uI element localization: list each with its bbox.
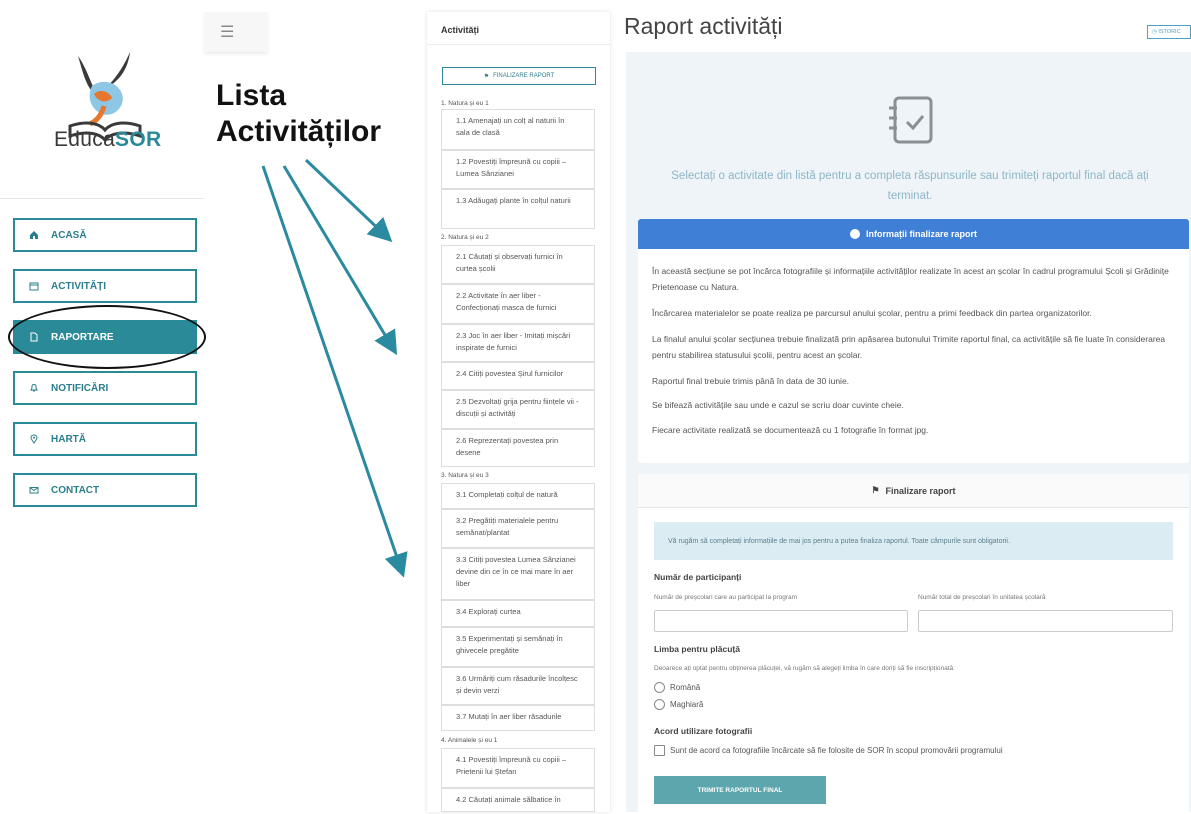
divider <box>0 198 204 199</box>
finalize-card-header: ⚑ Finalizare raport <box>638 474 1189 508</box>
list-item[interactable]: 2.3 Joc în aer liber - Imitați mișcări i… <box>441 324 595 362</box>
plate-language-label: Limba pentru plăcuță <box>654 644 740 654</box>
participants-label: Număr de participanți <box>654 572 742 582</box>
plate-language-sub-label: Deoarece ați optat pentru obținerea plăc… <box>654 665 955 672</box>
info-paragraph: Fiecare activitate realizată se document… <box>652 425 929 435</box>
bell-icon <box>27 383 41 393</box>
nav-notificari[interactable]: NOTIFICĂRI <box>13 371 197 405</box>
arrow <box>282 165 398 356</box>
list-item[interactable]: 1.2 Povestiți împreună cu copiii – Lumea… <box>441 150 595 189</box>
arrow <box>261 165 408 578</box>
info-paragraph: Se bifează activitățile sau unde e cazul… <box>652 400 904 410</box>
participants-sub-label: Număr de preșcolari care au participat l… <box>654 594 798 601</box>
nav-label: CONTACT <box>51 484 100 496</box>
radio-romana[interactable]: Română <box>654 682 700 693</box>
nav-contact[interactable]: CONTACT <box>13 473 197 507</box>
radio-button[interactable] <box>654 682 665 693</box>
checkbox-label: Sunt de acord ca fotografiile încărcate … <box>670 746 1003 755</box>
radio-label: Română <box>670 683 701 692</box>
info-icon <box>849 229 860 239</box>
empty-state-text: Selectați o activitate din listă pentru … <box>671 170 1149 202</box>
list-item[interactable]: 2.6 Reprezentați povestea prin desene <box>441 429 595 467</box>
calendar-icon <box>27 281 41 291</box>
list-item[interactable]: 4.1 Povestiți împreună cu copiii – Priet… <box>441 748 595 788</box>
finalize-report-button[interactable]: ⚑ FINALIZARE RAPORT <box>442 67 596 85</box>
list-item[interactable]: 2.4 Citiți povestea Șirul furnicilor <box>441 362 595 390</box>
home-icon <box>27 230 41 240</box>
info-paragraph: La finalul anului școlar secțiunea trebu… <box>652 334 1166 360</box>
list-item[interactable]: 1.1 Amenajați un colț al naturii în sala… <box>441 109 595 150</box>
nav-acasa[interactable]: ACASĂ <box>13 218 197 252</box>
group-label: 1. Natura și eu 1 <box>441 100 489 107</box>
nav-label: NOTIFICĂRI <box>51 382 109 394</box>
list-item[interactable]: 4.2 Căutați animale sălbatice în <box>441 788 595 812</box>
total-sub-label: Număr total de preșcolari în unitatea șc… <box>918 594 1046 601</box>
hamburger-icon: ☰ <box>220 24 235 41</box>
list-item[interactable]: 3.3 Citiți povestea Lumea Sânzianei devi… <box>441 548 595 600</box>
info-paragraph: Raportul final trebuie trimis până în da… <box>652 376 850 386</box>
participants-input[interactable] <box>654 610 908 632</box>
radio-button[interactable] <box>654 699 665 710</box>
divider <box>427 44 610 45</box>
list-item[interactable]: 2.1 Căutați și observați furnici în curt… <box>441 245 595 284</box>
flag-icon: ⚑ <box>871 485 880 495</box>
finalize-report-label: FINALIZARE RAPORT <box>493 73 555 79</box>
nav-label: ACASĂ <box>51 229 87 241</box>
info-alert: Vă rugăm să completați informațiile de m… <box>654 522 1173 560</box>
info-card: Informații finalizare raport În această … <box>638 219 1189 463</box>
history-label: ISTORIC <box>1158 29 1181 35</box>
nav-activitati[interactable]: ACTIVITĂȚI <box>13 269 197 303</box>
info-card-title: Informații finalizare raport <box>865 229 978 239</box>
page-title: Raport activități <box>624 13 783 39</box>
group-label: 3. Natura și eu 3 <box>441 472 489 479</box>
info-card-header: Informații finalizare raport <box>638 219 1189 249</box>
list-item[interactable]: 3.4 Explorați curtea <box>441 600 595 627</box>
list-item[interactable]: 3.7 Mutați în aer liber răsadurile <box>441 705 595 731</box>
arrow <box>304 158 393 243</box>
list-item[interactable]: 3.2 Pregătiți materialele pentru semănat… <box>441 509 595 548</box>
list-item[interactable]: 2.2 Activitate în aer liber - Confecțion… <box>441 284 595 324</box>
list-item[interactable]: 3.1 Completați colțul de natură <box>441 483 595 509</box>
highlight-ellipse <box>8 305 206 369</box>
nav-label: HARTĂ <box>51 433 86 445</box>
list-item[interactable]: 3.6 Urmăriți cum răsadurile încolțesc și… <box>441 667 595 705</box>
list-title: Activități <box>441 25 480 35</box>
mail-icon <box>27 485 41 495</box>
info-paragraph: Încărcarea materialelor se poate realiza… <box>652 308 1092 318</box>
finalize-card-title: Finalizare raport <box>885 485 956 496</box>
finalize-card: ⚑ Finalizare raport Vă rugăm să completa… <box>638 474 1189 814</box>
flag-icon: ⚑ <box>483 73 490 80</box>
group-label: 2. Natura și eu 2 <box>441 234 489 241</box>
list-item[interactable]: 2.5 Dezvoltați grija pentru ființele vii… <box>441 390 595 429</box>
checklist-icon <box>889 96 933 144</box>
radio-maghiara[interactable]: Maghiară <box>654 699 703 710</box>
group-label: 4. Animalele și eu 1 <box>441 737 498 744</box>
activities-list-panel: Activități ⚑ FINALIZARE RAPORT 1. Natura… <box>427 12 610 812</box>
radio-label: Maghiară <box>670 700 704 709</box>
map-pin-icon <box>27 434 41 444</box>
nav-label: ACTIVITĂȚI <box>51 280 106 292</box>
total-preschoolers-input[interactable] <box>918 610 1173 632</box>
photo-consent-label: Acord utilizare fotografii <box>654 726 753 736</box>
list-item[interactable]: 3.5 Experimentați și semănați în ghivece… <box>441 627 595 667</box>
brand-name: EducaSOR <box>54 128 162 151</box>
send-final-report-button[interactable]: TRIMITE RAPORTUL FINAL <box>654 776 826 804</box>
photo-consent-checkbox[interactable] <box>654 745 665 756</box>
nav-harta[interactable]: HARTĂ <box>13 422 197 456</box>
info-paragraph: În această secțiune se pot încărca fotog… <box>652 266 1169 292</box>
list-item[interactable]: 1.3 Adăugați plante în colțul naturii <box>441 189 595 229</box>
photo-consent-checkbox-row[interactable]: Sunt de acord ca fotografiile încărcate … <box>654 745 1003 756</box>
sidebar: EducaSOR ACASĂ ACTIVITĂȚI RAPORTARE NOTI… <box>0 0 206 570</box>
menu-toggle-button[interactable]: ☰ <box>204 12 268 52</box>
history-button[interactable]: ◷ ISTORIC <box>1147 25 1191 39</box>
annotation-label: Lista Activităților <box>216 79 382 148</box>
